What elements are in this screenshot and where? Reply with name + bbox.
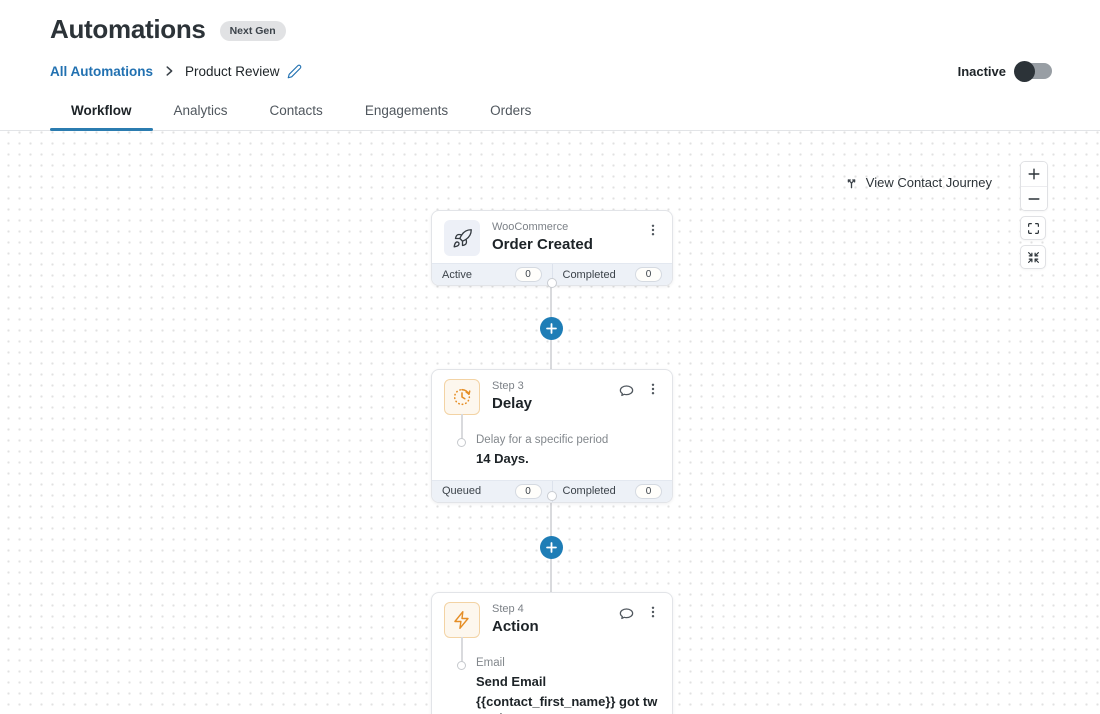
workflow-node-delay[interactable]: Step 3 Delay Delay for a specific period… bbox=[431, 369, 673, 503]
expand-fullscreen-button[interactable] bbox=[1020, 216, 1046, 240]
add-step-button[interactable] bbox=[540, 536, 563, 559]
stat-count-badge: 0 bbox=[635, 267, 662, 282]
comment-icon[interactable] bbox=[618, 382, 635, 399]
tab-workflow[interactable]: Workflow bbox=[50, 93, 153, 130]
tab-analytics[interactable]: Analytics bbox=[153, 93, 249, 130]
node-bullet bbox=[457, 438, 466, 447]
workflow-node-action[interactable]: Step 4 Action Email Send Email {{contact… bbox=[431, 592, 673, 714]
action-name: Send Email bbox=[476, 674, 660, 691]
clock-history-icon bbox=[444, 379, 480, 415]
node-subtitle: WooCommerce bbox=[492, 221, 593, 235]
workflow-canvas[interactable]: View Contact Journey bbox=[0, 131, 1100, 714]
node-title: Action bbox=[492, 618, 539, 637]
maximize-icon bbox=[1027, 222, 1040, 235]
kebab-menu-icon[interactable] bbox=[646, 223, 660, 237]
delay-description: Delay for a specific period bbox=[476, 434, 660, 446]
lightning-icon bbox=[444, 602, 480, 638]
node-step-label: Step 4 bbox=[492, 603, 539, 617]
zoom-in-button[interactable] bbox=[1021, 162, 1047, 186]
breadcrumb: All Automations Product Review Inactive bbox=[50, 63, 1052, 79]
email-subject: {{contact_first_name}} got two minutes? bbox=[476, 694, 660, 714]
journey-split-icon bbox=[844, 175, 859, 190]
breadcrumb-parent-link[interactable]: All Automations bbox=[50, 64, 153, 79]
plus-icon bbox=[545, 541, 558, 554]
edit-pencil-icon[interactable] bbox=[287, 64, 302, 79]
tab-engagements[interactable]: Engagements bbox=[344, 93, 469, 130]
node-title: Order Created bbox=[492, 236, 593, 255]
view-contact-journey-link[interactable]: View Contact Journey bbox=[844, 175, 992, 190]
zoom-out-button[interactable] bbox=[1021, 186, 1047, 210]
toggle-knob bbox=[1014, 61, 1035, 82]
status-label: Inactive bbox=[958, 64, 1006, 79]
tab-contacts[interactable]: Contacts bbox=[249, 93, 344, 130]
node-output-port bbox=[547, 491, 557, 501]
kebab-menu-icon[interactable] bbox=[646, 605, 660, 622]
minus-icon bbox=[1027, 192, 1041, 206]
canvas-controls bbox=[1020, 161, 1048, 269]
stat-count-badge: 0 bbox=[515, 484, 542, 499]
node-bullet bbox=[457, 661, 466, 670]
page-title: Automations bbox=[50, 14, 206, 45]
stat-count-badge: 0 bbox=[515, 267, 542, 282]
node-output-port bbox=[547, 278, 557, 288]
plus-icon bbox=[545, 322, 558, 335]
node-step-label: Step 3 bbox=[492, 380, 532, 394]
kebab-menu-icon[interactable] bbox=[646, 382, 660, 399]
rocket-icon bbox=[444, 220, 480, 256]
page-header: Automations Next Gen All Automations Pro… bbox=[0, 0, 1100, 79]
stat-label: Completed bbox=[563, 485, 616, 497]
node-title: Delay bbox=[492, 395, 532, 414]
journey-label: View Contact Journey bbox=[866, 175, 992, 190]
next-gen-badge: Next Gen bbox=[220, 21, 286, 41]
stat-label: Completed bbox=[563, 269, 616, 281]
workflow-node-trigger[interactable]: WooCommerce Order Created Active 0 Compl… bbox=[431, 210, 673, 286]
fit-view-button[interactable] bbox=[1020, 245, 1046, 269]
breadcrumb-current: Product Review bbox=[185, 64, 280, 79]
tab-bar: Workflow Analytics Contacts Engagements … bbox=[0, 93, 1100, 131]
breadcrumb-chevron-icon bbox=[162, 64, 176, 78]
plus-icon bbox=[1027, 167, 1041, 181]
delay-value: 14 Days. bbox=[476, 451, 660, 468]
shrink-icon bbox=[1027, 251, 1040, 264]
active-toggle[interactable] bbox=[1016, 63, 1052, 79]
comment-icon[interactable] bbox=[618, 605, 635, 622]
tab-orders[interactable]: Orders bbox=[469, 93, 552, 130]
stat-label: Queued bbox=[442, 485, 481, 497]
add-step-button[interactable] bbox=[540, 317, 563, 340]
stat-label: Active bbox=[442, 269, 472, 281]
action-type-label: Email bbox=[476, 657, 660, 669]
stat-count-badge: 0 bbox=[635, 484, 662, 499]
